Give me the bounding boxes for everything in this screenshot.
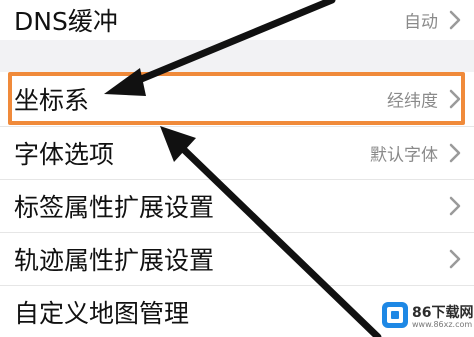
chevron-right-icon	[449, 10, 461, 30]
settings-row-track-properties[interactable]: 轨迹属性扩展设置	[0, 233, 474, 285]
settings-row-dns[interactable]: DNS缓冲 自动	[0, 0, 474, 40]
watermark-logo-icon	[382, 302, 408, 328]
chevron-right-icon	[449, 143, 461, 163]
settings-row-value: 自动	[404, 12, 438, 33]
settings-row-font-options[interactable]: 字体选项 默认字体	[0, 127, 474, 179]
settings-row-label: 轨迹属性扩展设置	[14, 246, 215, 275]
settings-row-label: 字体选项	[14, 140, 115, 169]
chevron-right-icon	[449, 196, 461, 216]
settings-row-marker-properties[interactable]: 标签属性扩展设置	[0, 180, 474, 232]
section-gap	[0, 40, 474, 72]
settings-row-label: 标签属性扩展设置	[14, 193, 215, 222]
watermark-url: www.86xz.com	[412, 320, 473, 329]
watermark-name: 86下载网	[412, 305, 474, 321]
watermark-badge: 86下载网 www.86xz.com	[382, 292, 474, 337]
chevron-right-icon	[449, 249, 461, 269]
settings-row-label: 自定义地图管理	[14, 298, 190, 328]
settings-row-label: DNS缓冲	[14, 7, 118, 36]
highlight-box	[8, 72, 465, 125]
settings-screen: DNS缓冲 自动 坐标系 经纬度 字体选项 默认字体 标签属性扩展设置 轨迹属性…	[0, 0, 474, 337]
settings-row-value: 默认字体	[370, 145, 438, 166]
